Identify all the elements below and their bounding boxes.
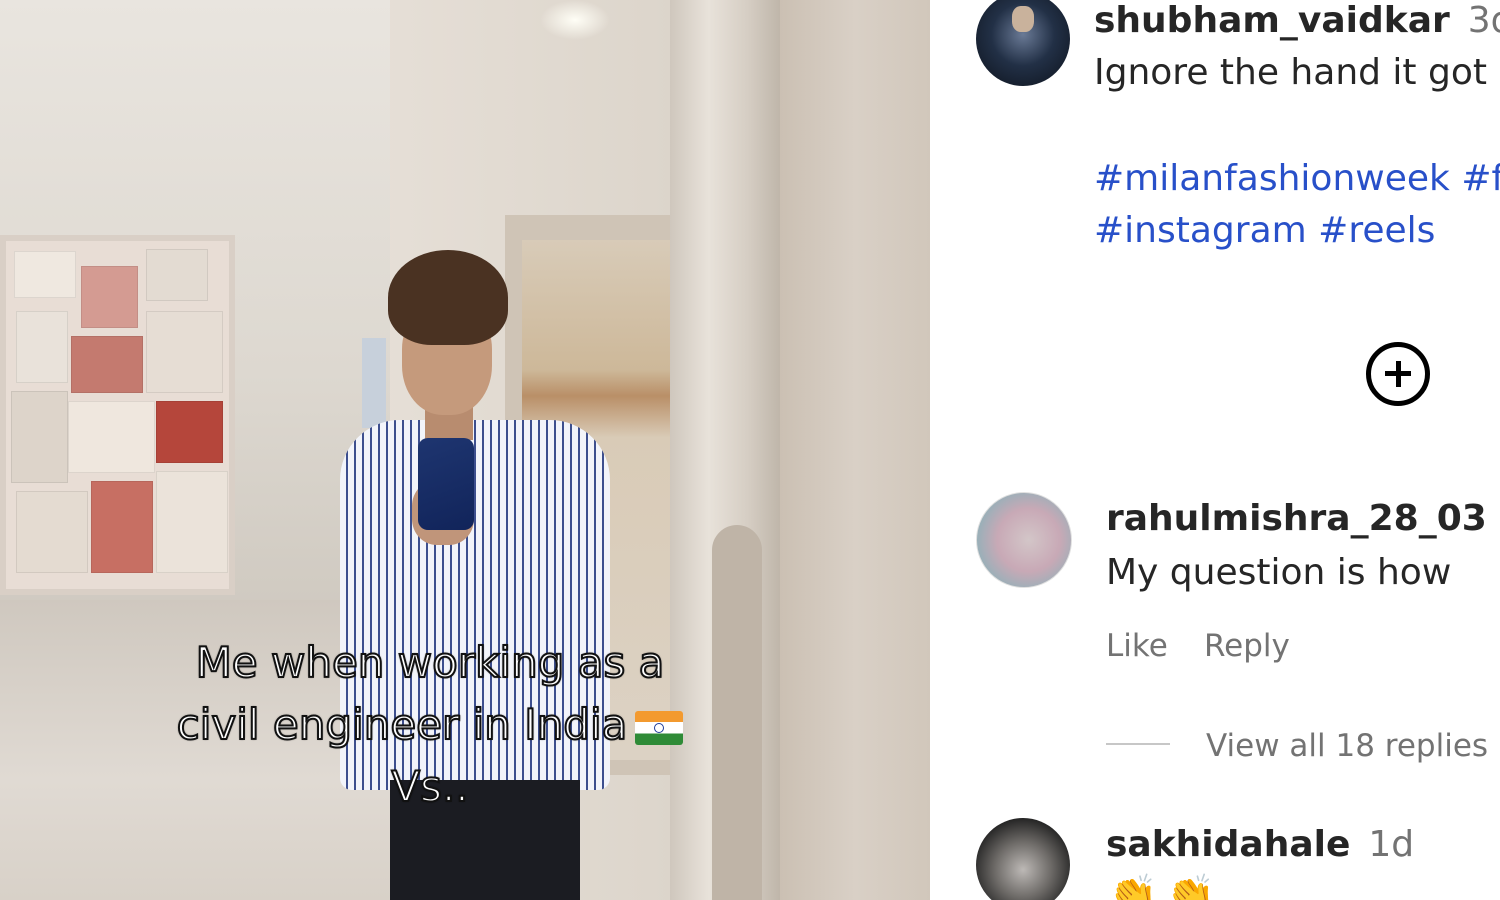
india-flag-icon (635, 710, 684, 745)
reel-video-frame[interactable]: Me when working as a civil engineer in I… (0, 0, 930, 900)
post-author-username[interactable]: shubham_vaidkar (1094, 0, 1450, 41)
like-button[interactable]: Like (1106, 628, 1168, 664)
comment-author: rahulmishra_28_033c (1106, 498, 1500, 539)
replies-divider (1106, 743, 1170, 745)
commenter-avatar[interactable] (976, 818, 1070, 900)
author-avatar[interactable] (976, 0, 1070, 86)
comment-time: 1d (1368, 824, 1415, 865)
post-author: shubham_vaidkar 3d (1094, 0, 1500, 41)
hashtag-link[interactable]: #fa (1461, 158, 1500, 199)
newspaper-clippings-board (0, 235, 235, 595)
caption-line-1: Me when working as a (195, 637, 666, 688)
comment-author-username[interactable]: sakhidahale (1106, 824, 1350, 865)
plus-circle-icon[interactable] (1366, 342, 1430, 406)
post-time: 3d (1467, 0, 1500, 41)
comment-text: My question is how (1106, 552, 1452, 593)
hashtag-link[interactable]: #instagram (1094, 210, 1307, 251)
comment-author: sakhidahale 1d (1106, 824, 1414, 865)
caption-line-2: civil engineer in India (95, 694, 765, 756)
hashtag-link[interactable]: #milanfashionweek (1094, 158, 1450, 199)
post-caption-text: Ignore the hand it got (1094, 52, 1487, 93)
view-replies-button[interactable]: View all 18 replies (1206, 728, 1488, 764)
video-caption: Me when working as a civil engineer in I… (95, 632, 765, 818)
commenter-avatar[interactable] (976, 492, 1072, 588)
right-wall (780, 0, 930, 900)
ceiling-light (540, 0, 610, 40)
comment-author-username[interactable]: rahulmishra_28_03 (1106, 498, 1487, 539)
reply-button[interactable]: Reply (1204, 628, 1290, 664)
caption-line-3: Vs.. (390, 761, 469, 812)
hashtags-line-1: #milanfashionweek #fa (1094, 158, 1500, 199)
hashtag-link[interactable]: #reels (1318, 210, 1435, 251)
clapping-hands-emoji: 👏👏 (1108, 873, 1224, 900)
hashtags-line-2: #instagram #reels (1094, 210, 1435, 251)
comments-panel: shubham_vaidkar 3d Ignore the hand it got… (930, 0, 1500, 900)
